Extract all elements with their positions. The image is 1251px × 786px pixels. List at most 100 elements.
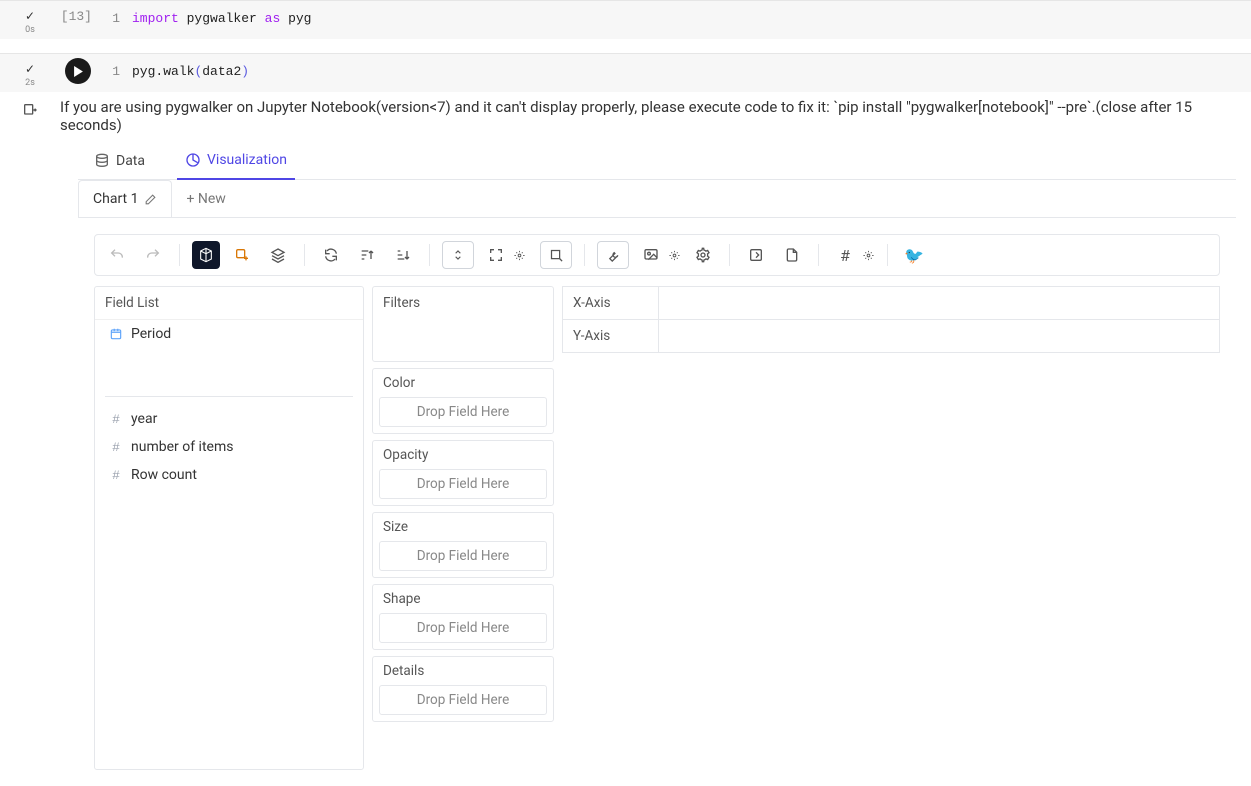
cube-icon xyxy=(198,247,214,263)
run-cell-button[interactable] xyxy=(65,58,91,84)
axis-dropzone[interactable] xyxy=(659,320,1219,352)
tab-data[interactable]: Data xyxy=(86,146,153,179)
sort-desc-icon xyxy=(395,247,411,263)
hash-button[interactable]: # xyxy=(831,241,859,269)
line-number: 1 xyxy=(104,11,120,26)
redo-button[interactable] xyxy=(139,241,167,269)
sort-asc-icon xyxy=(359,247,375,263)
chart-tab-label: Chart 1 xyxy=(93,191,138,207)
zoom-button[interactable] xyxy=(540,241,572,269)
image-settings-button[interactable] xyxy=(667,241,681,269)
dropzone[interactable]: Drop Field Here xyxy=(379,469,547,499)
chart-tab-1[interactable]: Chart 1 xyxy=(78,180,172,217)
exec-time: 2s xyxy=(25,78,35,88)
refresh-button[interactable] xyxy=(317,241,345,269)
number-icon: # xyxy=(109,440,123,455)
mark-button[interactable] xyxy=(228,241,256,269)
field-label: year xyxy=(131,411,157,427)
number-icon: # xyxy=(109,468,123,483)
calendar-icon xyxy=(109,327,123,341)
field-separator xyxy=(105,396,353,397)
export-code-button[interactable] xyxy=(742,241,770,269)
color-shelf[interactable]: Color Drop Field Here xyxy=(372,368,554,434)
new-chart-button[interactable]: + New xyxy=(172,180,239,217)
viz-canvas: # 🐦 Field List Period # year # number of… xyxy=(78,218,1236,786)
shelf-title: Shape xyxy=(373,585,553,613)
code-editor[interactable]: 1 import pygwalker as pyg xyxy=(96,5,1251,32)
new-chart-label: + New xyxy=(186,191,225,207)
shelves-panel: Filters Color Drop Field Here Opacity Dr… xyxy=(372,286,554,770)
tab-label: Data xyxy=(116,153,145,169)
field-list-title: Field List xyxy=(95,287,363,320)
tab-label: Visualization xyxy=(207,152,287,168)
code-line: import pygwalker as pyg xyxy=(132,11,311,26)
dropzone[interactable]: Drop Field Here xyxy=(379,541,547,571)
line-number: 1 xyxy=(104,64,120,79)
file-icon xyxy=(784,247,800,263)
details-shelf[interactable]: Details Drop Field Here xyxy=(372,656,554,722)
cell-gutter: ✓ 0s xyxy=(0,5,60,35)
axis-label: X-Axis xyxy=(563,287,659,319)
toolbar-divider xyxy=(729,244,730,266)
undo-button[interactable] xyxy=(103,241,131,269)
code-line: pyg.walk(data2) xyxy=(132,64,249,79)
axes-panel: X-Axis Y-Axis xyxy=(562,286,1220,770)
export-file-button[interactable] xyxy=(778,241,806,269)
gear-small-icon xyxy=(514,250,525,261)
config-button[interactable] xyxy=(689,241,717,269)
bird-button[interactable]: 🐦 xyxy=(900,241,928,269)
tab-visualization[interactable]: Visualization xyxy=(177,146,295,180)
fullscreen-button[interactable] xyxy=(482,241,510,269)
field-label: Row count xyxy=(131,467,197,483)
field-row-count[interactable]: # Row count xyxy=(95,461,363,489)
toolbar-divider xyxy=(429,244,430,266)
toolbar: # 🐦 xyxy=(94,234,1220,276)
code-editor[interactable]: 1 pyg.walk(data2) xyxy=(96,58,1251,85)
dropzone[interactable]: Drop Field Here xyxy=(379,397,547,427)
bird-icon: 🐦 xyxy=(904,246,924,265)
redo-icon xyxy=(145,247,161,263)
chart-icon xyxy=(185,152,201,168)
crop-icon xyxy=(549,248,564,263)
stack-button[interactable] xyxy=(264,241,292,269)
updown-icon xyxy=(451,248,465,262)
shelf-title: Filters xyxy=(373,287,553,319)
toolbar-divider xyxy=(179,244,180,266)
fullscreen-settings-button[interactable] xyxy=(512,241,526,269)
play-icon xyxy=(73,66,84,77)
cell-output: If you are using pygwalker on Jupyter No… xyxy=(0,92,1251,138)
y-axis-shelf[interactable]: Y-Axis xyxy=(562,319,1220,353)
dropzone[interactable]: Drop Field Here xyxy=(379,685,547,715)
export-icon xyxy=(748,247,764,263)
toolbar-divider xyxy=(818,244,819,266)
wrench-icon xyxy=(606,248,621,263)
x-axis-shelf[interactable]: X-Axis xyxy=(562,286,1220,320)
shelf-title: Color xyxy=(373,369,553,397)
toolbar-divider xyxy=(887,244,888,266)
sort-asc-button[interactable] xyxy=(353,241,381,269)
cube-button[interactable] xyxy=(192,241,220,269)
square-plus-icon xyxy=(234,247,250,263)
cell-gutter: ✓ 2s xyxy=(0,58,60,88)
settings-button[interactable] xyxy=(597,241,629,269)
size-shelf[interactable]: Size Drop Field Here xyxy=(372,512,554,578)
axis-label: Y-Axis xyxy=(563,320,659,352)
sort-desc-button[interactable] xyxy=(389,241,417,269)
shelf-title: Size xyxy=(373,513,553,541)
image-icon xyxy=(643,247,659,263)
field-label: Period xyxy=(131,326,171,342)
field-number-of-items[interactable]: # number of items xyxy=(95,433,363,461)
field-period[interactable]: Period xyxy=(95,320,363,348)
dropzone[interactable]: Drop Field Here xyxy=(379,613,547,643)
image-button[interactable] xyxy=(637,241,665,269)
opacity-shelf[interactable]: Opacity Drop Field Here xyxy=(372,440,554,506)
edit-icon[interactable] xyxy=(144,193,157,206)
output-icon[interactable] xyxy=(22,102,38,118)
axis-dropzone[interactable] xyxy=(659,287,1219,319)
shape-shelf[interactable]: Shape Drop Field Here xyxy=(372,584,554,650)
filters-shelf[interactable]: Filters xyxy=(372,286,554,362)
axis-toggle-button[interactable] xyxy=(442,241,474,269)
hash-settings-button[interactable] xyxy=(861,241,875,269)
field-year[interactable]: # year xyxy=(95,405,363,433)
panels-row: Field List Period # year # number of ite… xyxy=(94,286,1220,770)
